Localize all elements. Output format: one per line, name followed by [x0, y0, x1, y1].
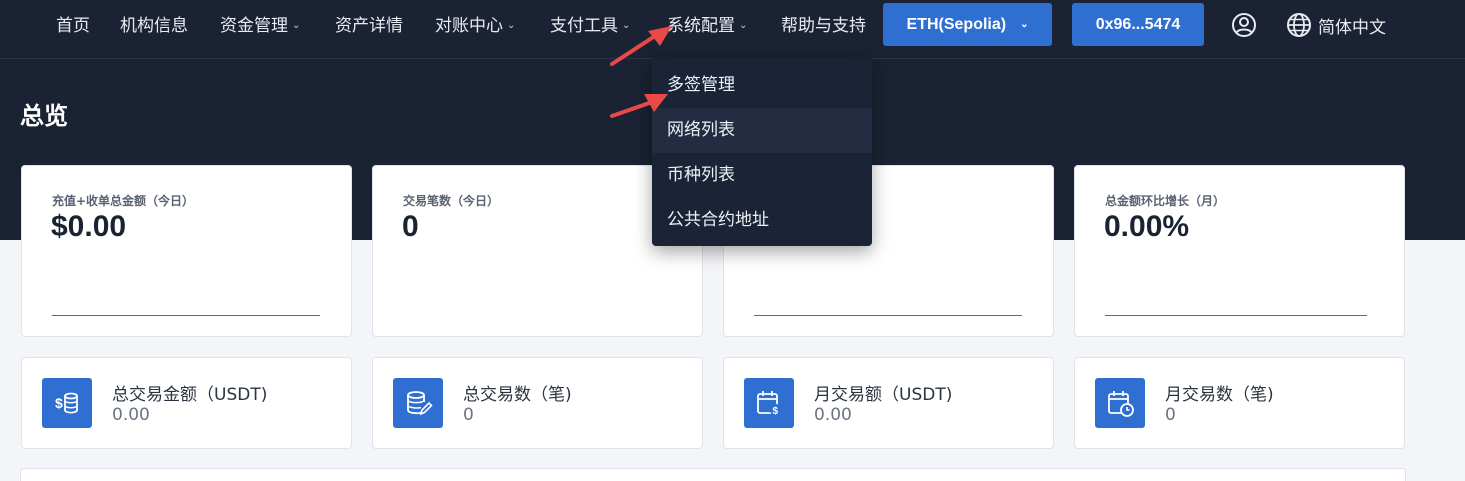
sparkline	[1105, 315, 1367, 316]
nav-label: 对账中心	[435, 16, 503, 36]
wallet-address-button[interactable]: 0x96...5474	[1072, 3, 1204, 46]
stat-card-total-amount-today: 充值+收单总金额（今日） $0.00	[21, 165, 352, 337]
nav-item-reconciliation[interactable]: 对账中心 ⌄	[435, 14, 515, 38]
stat-label: 充值+收单总金额（今日）	[52, 194, 195, 208]
nav-item-asset-details[interactable]: 资产详情	[335, 14, 403, 38]
stat-label: 总金额环比增长（月）	[1105, 194, 1226, 208]
nav-label: 机构信息	[120, 16, 188, 36]
stat-value: 0	[402, 210, 419, 243]
nav-item-help-support[interactable]: 帮助与支持	[781, 14, 866, 38]
network-label: ETH(Sepolia)	[906, 16, 1007, 33]
summary-value: 0	[1165, 405, 1176, 425]
summary-value: 0.00	[112, 405, 150, 425]
dropdown-item-currency-list[interactable]: 币种列表	[652, 153, 872, 198]
sparkline	[754, 315, 1022, 316]
summary-value: 0	[463, 405, 474, 425]
summary-card-monthly-transactions: 月交易数（笔) 0	[1074, 357, 1405, 449]
nav-item-payment-tools[interactable]: 支付工具 ⌄	[550, 14, 630, 38]
globe-icon	[1287, 13, 1311, 37]
dropdown-item-public-contract-address[interactable]: 公共合约地址	[652, 198, 872, 243]
summary-title: 总交易数（笔)	[463, 385, 572, 405]
calendar-dollar-icon: $	[744, 378, 794, 428]
dropdown-item-multisig-management[interactable]: 多签管理	[652, 63, 872, 108]
user-account-icon[interactable]	[1231, 12, 1257, 38]
page-title: 总览	[20, 102, 68, 130]
nav-label: 支付工具	[550, 16, 618, 36]
sparkline	[52, 315, 320, 316]
top-navigation: 首页 机构信息 资金管理 ⌄ 资产详情 对账中心 ⌄ 支付工具 ⌄ 系统配置 ⌄ 帮助与…	[0, 0, 1465, 59]
nav-label: 资金管理	[220, 16, 288, 36]
chevron-down-icon: ⌄	[739, 20, 748, 31]
nav-label: 资产详情	[335, 16, 403, 36]
nav-label: 首页	[56, 16, 90, 36]
nav-item-fund-management[interactable]: 资金管理 ⌄	[220, 14, 300, 38]
stat-card-monthly-growth: 总金额环比增长（月） 0.00%	[1074, 165, 1405, 337]
summary-card-monthly-amount: $ 月交易额（USDT) 0.00	[723, 357, 1054, 449]
nav-label: 系统配置	[667, 16, 735, 36]
network-select-button[interactable]: ETH(Sepolia) ⌄	[883, 3, 1052, 46]
language-switcher[interactable]: 简体中文	[1286, 12, 1386, 38]
nav-item-system-config[interactable]: 系统配置 ⌄	[667, 14, 747, 38]
dropdown-item-network-list[interactable]: 网络列表	[652, 108, 872, 153]
nav-item-home[interactable]: 首页	[56, 14, 90, 38]
chevron-down-icon: ⌄	[292, 20, 301, 31]
nav-item-institution-info[interactable]: 机构信息	[120, 14, 188, 38]
language-label: 简体中文	[1318, 17, 1386, 38]
nav-label: 帮助与支持	[781, 16, 866, 36]
stat-label: 交易笔数（今日）	[403, 194, 500, 208]
summary-card-total-transactions: 总交易数（笔) 0	[372, 357, 703, 449]
summary-title: 月交易数（笔)	[1165, 385, 1274, 405]
stat-value: $0.00	[51, 210, 127, 243]
summary-title: 总交易金额（USDT)	[112, 385, 268, 405]
chevron-down-icon: ⌄	[507, 20, 516, 31]
system-config-dropdown: 多签管理 网络列表 币种列表 公共合约地址	[652, 57, 872, 246]
stat-value: 0.00%	[1104, 210, 1190, 243]
summary-card-total-amount: $ 总交易金额（USDT) 0.00	[21, 357, 352, 449]
calendar-clock-icon	[1095, 378, 1145, 428]
summary-title: 月交易额（USDT)	[814, 385, 953, 405]
dollar-coins-icon: $	[42, 378, 92, 428]
content-card	[20, 468, 1406, 481]
svg-text:$: $	[55, 395, 63, 411]
chevron-down-icon: ⌄	[1020, 19, 1029, 31]
chevron-down-icon: ⌄	[622, 20, 631, 31]
summary-value: 0.00	[814, 405, 852, 425]
svg-text:$: $	[773, 406, 779, 417]
database-edit-icon	[393, 378, 443, 428]
wallet-address-label: 0x96...5474	[1095, 16, 1181, 33]
